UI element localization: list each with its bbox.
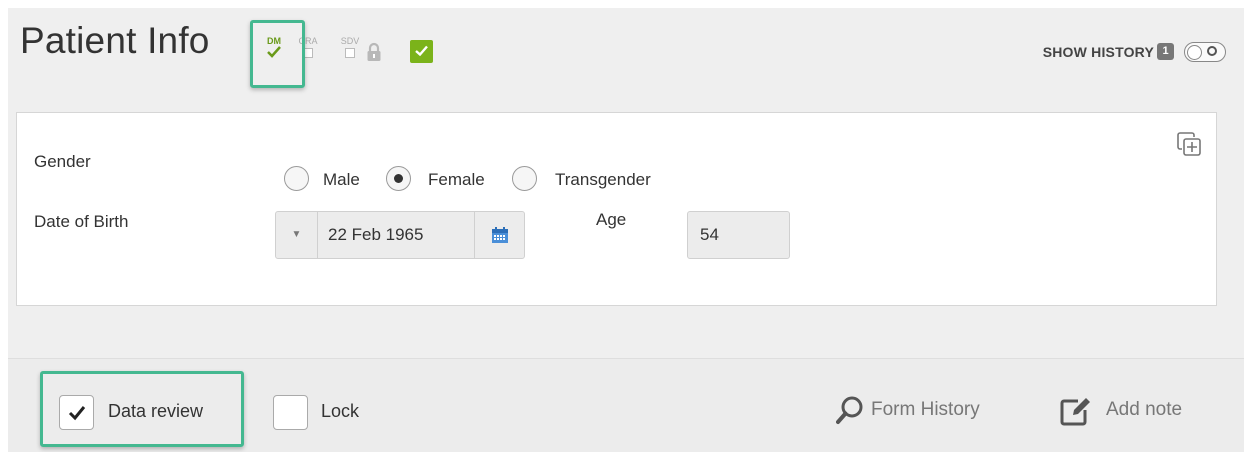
edit-note-icon[interactable] (1060, 396, 1092, 426)
sdv-flag[interactable]: SDV (338, 36, 362, 58)
lock-label: Lock (321, 401, 360, 421)
calendar-button[interactable] (474, 212, 524, 258)
form-history-link[interactable]: Form History (871, 399, 980, 421)
data-review-highlight-frame (40, 371, 244, 447)
add-note-link[interactable]: Add note (1106, 399, 1182, 421)
show-history-label: SHOW HISTORY (1042, 44, 1154, 60)
gender-label: Gender (34, 152, 91, 171)
age-value: 54 (700, 225, 719, 244)
age-label: Age (596, 210, 627, 229)
dm-flag-highlight-frame (250, 20, 305, 88)
page-title: Patient Info (20, 20, 210, 61)
gender-radio-male[interactable] (284, 166, 309, 191)
form-panel (16, 112, 1217, 306)
approved-check-icon[interactable] (410, 40, 433, 63)
toggle-off-indicator (1207, 46, 1217, 56)
sdv-checkbox[interactable] (345, 48, 355, 58)
dob-dropdown-caret[interactable]: ▼ (276, 212, 318, 258)
gender-radio-female[interactable] (386, 166, 411, 191)
dob-value: 22 Feb 1965 (328, 225, 424, 244)
search-icon[interactable] (836, 396, 864, 426)
calendar-icon (491, 227, 508, 243)
gender-option-transgender: Transgender (555, 170, 651, 189)
history-count-badge: 1 (1157, 43, 1174, 60)
age-field: 54 (687, 211, 790, 259)
lock-checkbox[interactable] (273, 395, 308, 430)
dob-label: Date of Birth (34, 212, 129, 231)
gender-option-male: Male (323, 170, 360, 189)
toggle-knob (1187, 45, 1202, 60)
gender-option-female: Female (428, 170, 485, 189)
padlock-icon[interactable] (366, 42, 382, 62)
dob-date-field[interactable]: ▼ 22 Feb 1965 (275, 211, 525, 259)
copy-add-icon[interactable] (1176, 131, 1202, 157)
gender-radio-transgender[interactable] (512, 166, 537, 191)
show-history-toggle[interactable] (1184, 42, 1226, 62)
sdv-flag-label: SDV (340, 36, 360, 46)
